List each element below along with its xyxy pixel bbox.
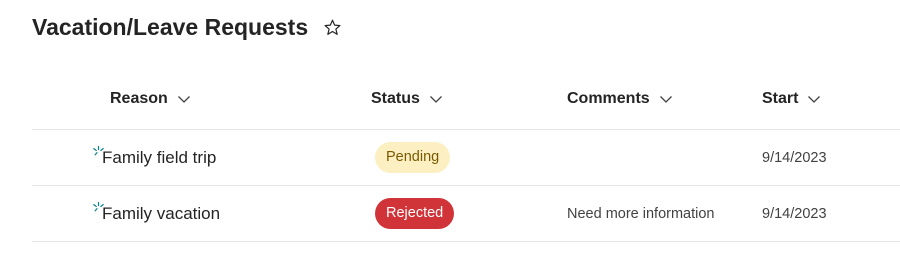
column-header-status[interactable]: Status	[371, 90, 443, 108]
status-badge: Pending	[375, 142, 451, 173]
column-header-reason[interactable]: Reason	[110, 90, 191, 108]
column-header-comments[interactable]: Comments	[567, 90, 673, 108]
list-grid: Reason Status Comments Start Family fiel…	[32, 76, 900, 242]
status-cell: Pending	[375, 130, 451, 185]
status-cell: Rejected	[375, 186, 455, 241]
new-item-icon	[93, 198, 104, 212]
page-title: Vacation/Leave Requests	[32, 14, 309, 40]
table-row[interactable]: Family vacation Rejected Need more infor…	[32, 186, 900, 242]
column-header-label: Status	[371, 90, 420, 107]
list-header: Vacation/Leave Requests	[32, 14, 342, 41]
reason-link[interactable]: Family vacation	[102, 204, 220, 224]
column-header-start[interactable]: Start	[762, 90, 821, 108]
status-badge: Rejected	[375, 198, 455, 229]
new-item-icon	[93, 142, 104, 156]
reason-link[interactable]: Family field trip	[102, 148, 216, 168]
column-header-label: Start	[762, 90, 799, 107]
chevron-down-icon	[177, 92, 191, 106]
chevron-down-icon	[807, 92, 821, 106]
table-row[interactable]: Family field trip Pending 9/14/2023	[32, 130, 900, 186]
star-outline-icon[interactable]	[322, 18, 342, 38]
column-header-label: Comments	[567, 90, 650, 107]
chevron-down-icon	[659, 92, 673, 106]
start-date-cell: 9/14/2023	[762, 205, 827, 222]
column-header-label: Reason	[110, 90, 168, 107]
column-header-row: Reason Status Comments Start	[32, 76, 900, 130]
chevron-down-icon	[429, 92, 443, 106]
start-date-cell: 9/14/2023	[762, 149, 827, 166]
reason-cell: Family field trip	[93, 130, 216, 185]
comments-cell: Need more information	[567, 205, 715, 222]
reason-cell: Family vacation	[93, 186, 220, 241]
